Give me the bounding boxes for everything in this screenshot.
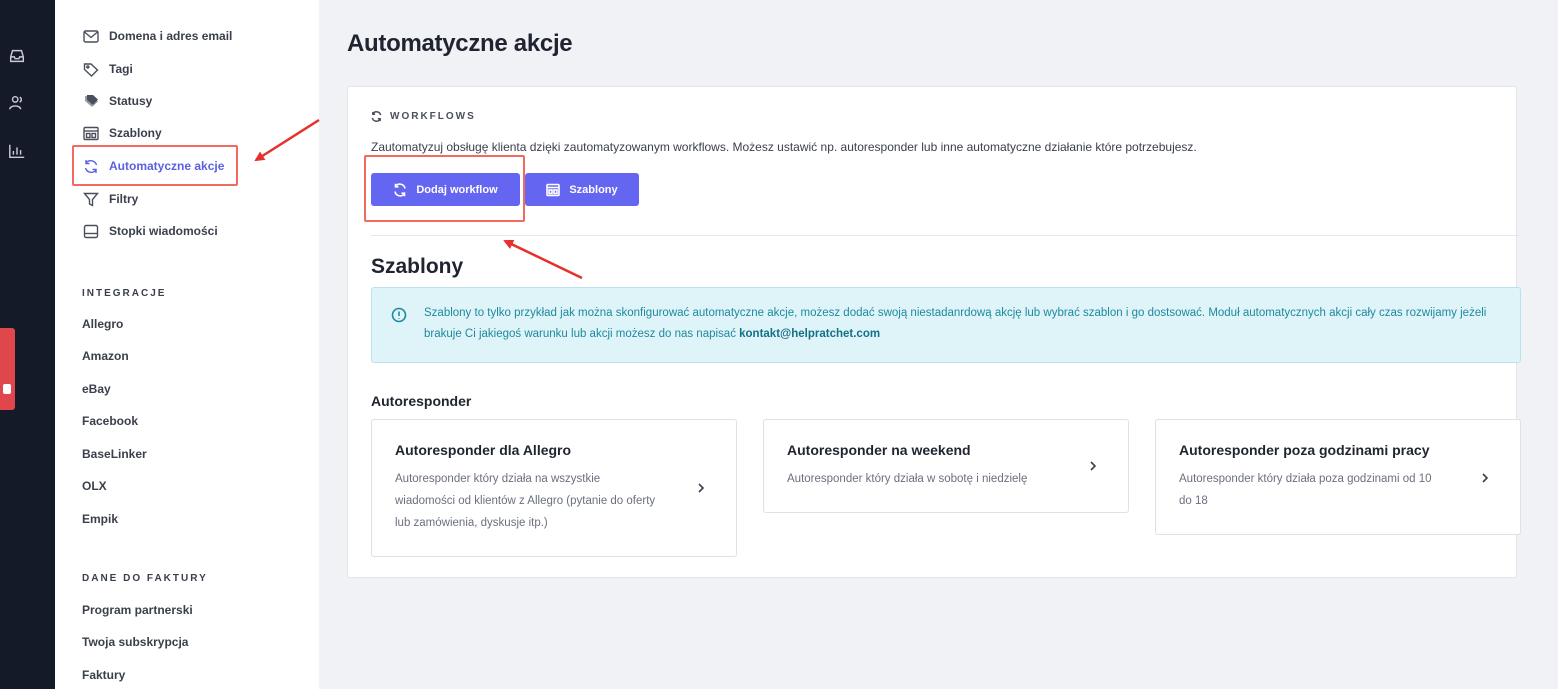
templates-button[interactable]: Szablony [525,173,639,206]
sidebar-item-templates[interactable]: Szablony [82,121,162,145]
templates-heading: Szablony [371,255,464,278]
sidebar-item-empik[interactable]: Empik [82,512,118,526]
template-description: Autoresponder który działa w sobotę i ni… [787,473,1028,485]
workflows-label: WORKFLOWS [390,111,476,122]
sidebar-item-footers[interactable]: Stopki wiadomości [82,219,218,243]
sidebar-item-domain[interactable]: Domena i adres email [82,24,232,48]
sidebar-item-baselinker[interactable]: BaseLinker [82,447,147,461]
annotation-highlight-button [364,155,525,222]
template-card-outside-hours[interactable]: Autoresponder poza godzinami pracy Autor… [1155,419,1521,535]
sidebar-item-statuses[interactable]: Statusy [82,89,152,113]
divider [371,235,1521,236]
sidebar-item-allegro[interactable]: Allegro [82,317,123,331]
sidebar-item-subscription[interactable]: Twoja subskrypcja [82,635,188,649]
contact-email-link[interactable]: kontakt@helpratchet.com [739,328,880,340]
users-icon[interactable] [6,92,28,114]
sidebar-item-label: Filtry [109,192,139,206]
sidebar-item-ebay[interactable]: eBay [82,382,111,396]
sidebar-item-label: Stopki wiadomości [109,224,218,238]
autoresponder-heading: Autoresponder [371,393,472,409]
workflows-heading: WORKFLOWS [371,111,476,122]
app-rail [0,0,55,689]
chevron-right-icon [1480,471,1490,483]
analytics-icon[interactable] [6,140,28,162]
template-title: Autoresponder dla Allegro [395,442,572,458]
info-text: Szablony to tylko przykład jak można sko… [424,307,1487,340]
template-card-allegro[interactable]: Autoresponder dla Allegro Autoresponder … [371,419,737,557]
sidebar-item-label: Domena i adres email [109,29,233,43]
annotation-highlight-sidebar [72,145,238,186]
template-description: Autoresponder który działa poza godzinam… [1179,473,1432,507]
sidebar-item-filters[interactable]: Filtry [82,187,138,211]
template-icon [546,183,561,196]
chevron-right-icon [696,481,706,493]
sidebar-item-label: Tagi [109,62,133,76]
template-icon [82,125,100,141]
tag-icon [82,61,100,77]
template-title: Autoresponder na weekend [787,442,971,458]
chevron-right-icon [1088,459,1098,471]
template-title: Autoresponder poza godzinami pracy [1179,442,1430,458]
sidebar-item-tags[interactable]: Tagi [82,57,133,81]
sidebar-item-partner-program[interactable]: Program partnerski [82,603,193,617]
mail-icon [82,28,100,44]
refresh-icon [371,111,382,122]
sidebar-item-invoices[interactable]: Faktury [82,668,125,682]
sidebar-item-label: Szablony [109,126,162,140]
info-alert: Szablony to tylko przykład jak można sko… [371,287,1521,363]
inbox-icon[interactable] [6,45,28,67]
integrations-heading: INTEGRACJE [82,288,167,299]
sidebar-item-label: Statusy [109,94,153,108]
filter-icon [82,191,100,207]
sidebar-item-amazon[interactable]: Amazon [82,349,129,363]
page-title: Automatyczne akcje [347,30,573,57]
status-icon [82,93,100,109]
sidebar-item-olx[interactable]: OLX [82,479,107,493]
workflows-description: Zautomatyzuj obsługę klienta dzięki zaut… [371,140,1197,154]
feedback-tab[interactable] [0,328,15,410]
footer-icon [82,223,100,239]
sidebar-item-facebook[interactable]: Facebook [82,414,138,428]
template-description: Autoresponder który działa na wszystkie … [395,473,656,529]
template-card-weekend[interactable]: Autoresponder na weekend Autoresponder k… [763,419,1129,513]
billing-heading: DANE DO FAKTURY [82,573,208,584]
info-icon [391,307,407,323]
settings-sidebar: Domena i adres email Tagi Statusy Szablo… [55,0,319,689]
